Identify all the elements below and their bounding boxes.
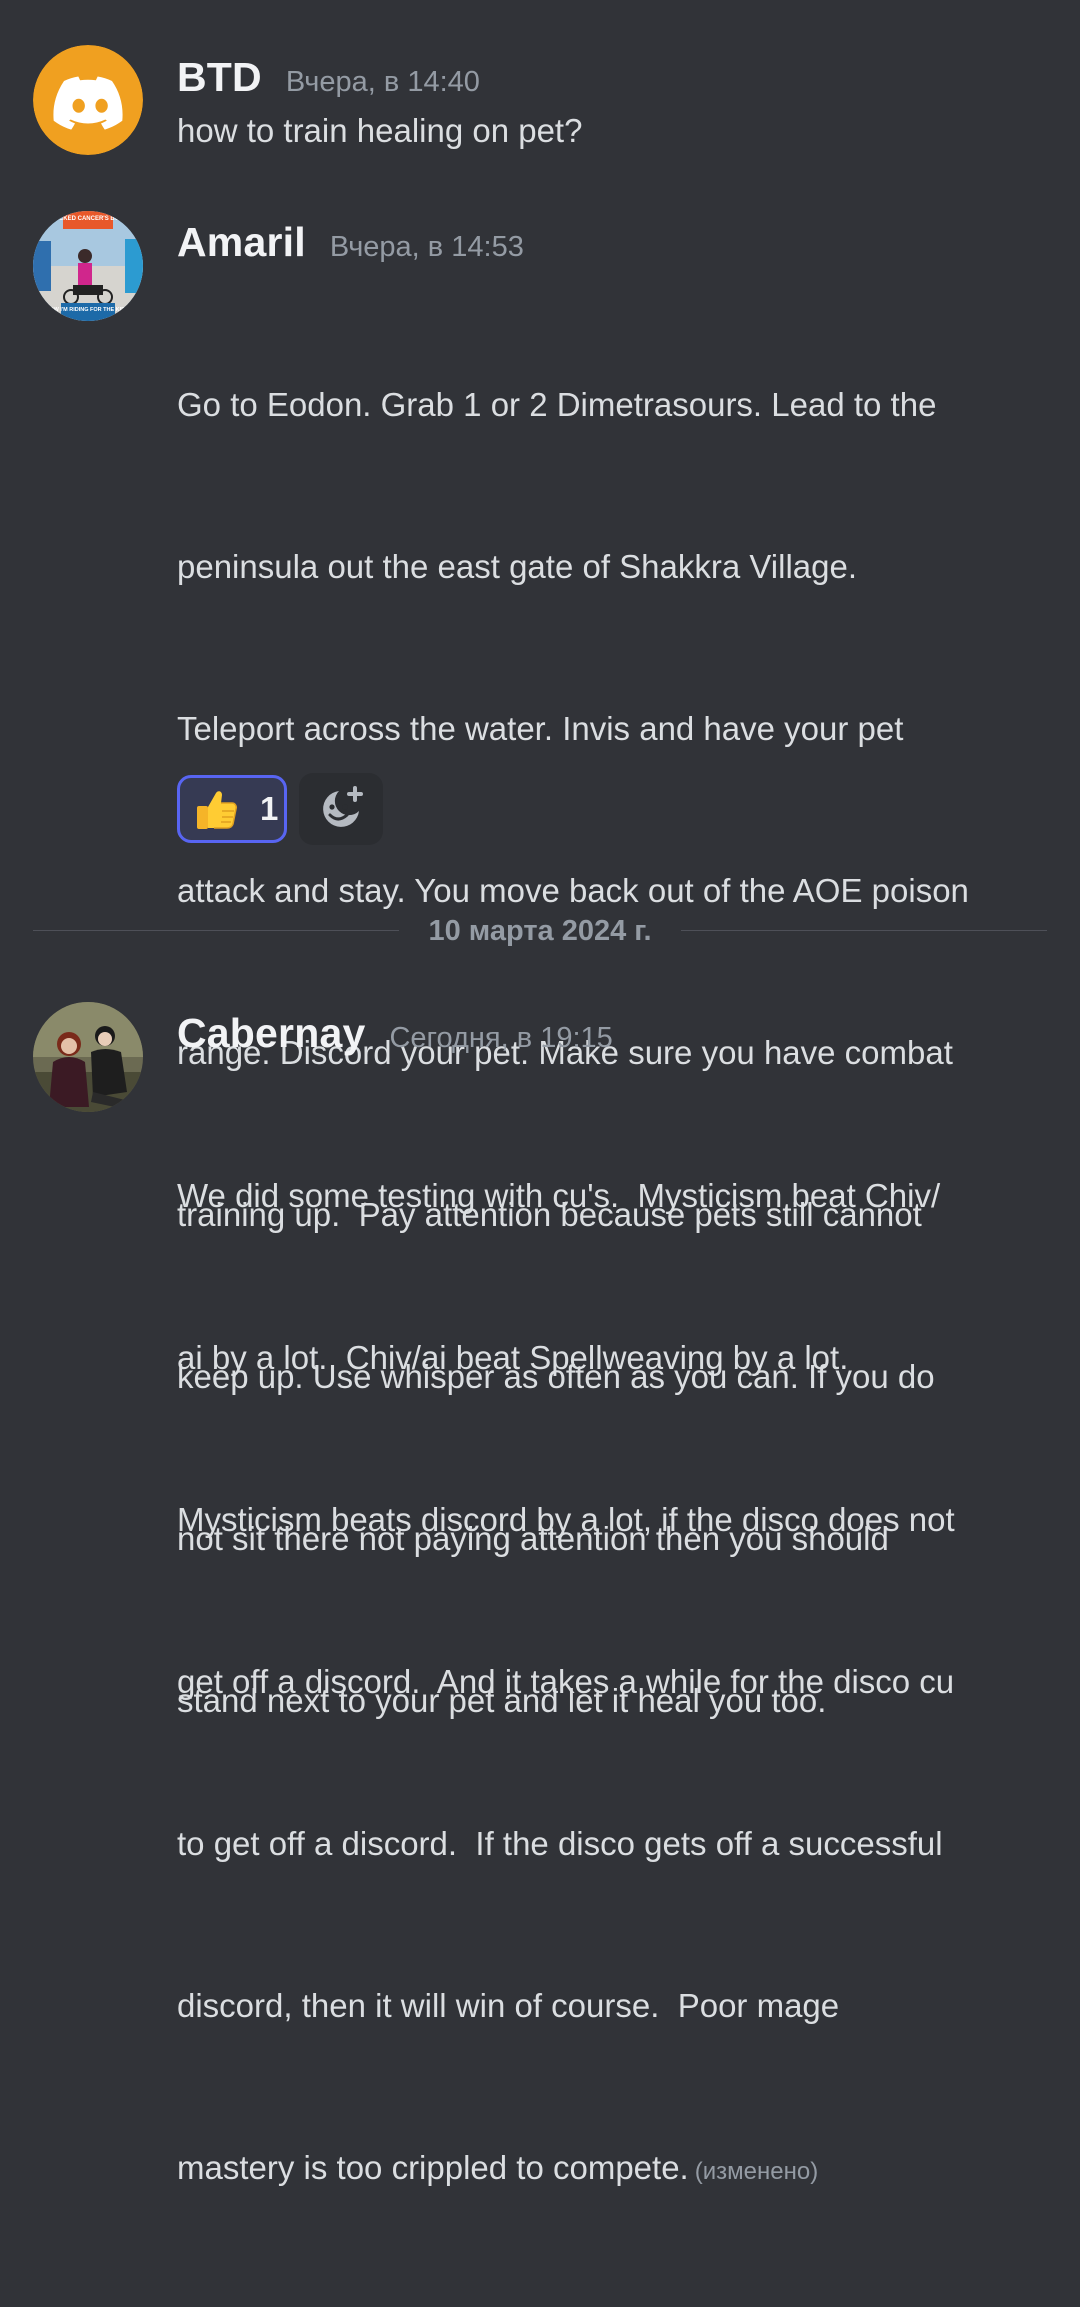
content-line-text: mastery is too crippled to compete. (177, 2149, 689, 2186)
avatar[interactable] (33, 45, 143, 155)
content-line: ai by a lot. Chiv/ai beat Spellweaving b… (177, 1339, 849, 1376)
content-line: get off a discord. And it takes a while … (177, 1663, 955, 1700)
reaction-thumbs-up[interactable]: 1 (177, 775, 287, 843)
message-content: We did some testing with cu's. Mysticism… (177, 1061, 1057, 2307)
edited-label: (изменено) (694, 2158, 819, 2185)
author-name[interactable]: Cabernay (177, 1010, 365, 1057)
thumbs-up-icon (197, 791, 237, 829)
timestamp: Сегодня, в 19:15 (389, 1022, 613, 1054)
author-name[interactable]: Amaril (177, 219, 306, 266)
message-content: how to train healing on pet? (177, 112, 583, 149)
banner-bottom-text: NOW I'M RIDING FOR THE KIDS! (45, 307, 130, 313)
content-line-last: mastery is too crippled to compete. (изме… (177, 2141, 1057, 2199)
avatar[interactable] (33, 1002, 143, 1112)
message-header: Cabernay Сегодня, в 19:15 (177, 1010, 613, 1057)
avatar-photo (33, 1002, 143, 1112)
discord-logo-icon (33, 45, 143, 155)
avatar-photo: I KICKED CANCER'S BUTT NOW I'M RIDING FO… (33, 211, 143, 321)
avatar[interactable]: I KICKED CANCER'S BUTT NOW I'M RIDING FO… (33, 211, 143, 321)
author-name[interactable]: BTD (177, 54, 262, 101)
content-line: Teleport across the water. Invis and hav… (177, 710, 904, 747)
add-reaction-button[interactable] (299, 773, 383, 845)
content-line: attack and stay. You move back out of th… (177, 872, 969, 909)
reactions-bar: 1 (177, 773, 383, 845)
add-reaction-icon (323, 786, 363, 827)
message-header: BTD Вчера, в 14:40 (177, 54, 480, 101)
content-line: peninsula out the east gate of Shakkra V… (177, 548, 858, 585)
divider-line-right (681, 930, 1047, 931)
content-line: Mysticism beats discord by a lot, if the… (177, 1501, 955, 1538)
content-line: We did some testing with cu's. Mysticism… (177, 1177, 941, 1214)
reaction-count: 1 (260, 790, 279, 827)
timestamp: Вчера, в 14:53 (329, 231, 524, 263)
divider-date-text: 10 марта 2024 г. (428, 915, 652, 947)
content-line: Go to Eodon. Grab 1 or 2 Dimetrasours. L… (177, 386, 937, 423)
content-line: to get off a discord. If the disco gets … (177, 1825, 943, 1862)
message-header: Amaril Вчера, в 14:53 (177, 219, 524, 266)
content-line: discord, then it will win of course. Poo… (177, 1987, 840, 2024)
date-divider: 10 марта 2024 г. (33, 912, 1047, 952)
timestamp: Вчера, в 14:40 (285, 66, 480, 98)
banner-top-text: I KICKED CANCER'S BUTT (50, 216, 127, 222)
